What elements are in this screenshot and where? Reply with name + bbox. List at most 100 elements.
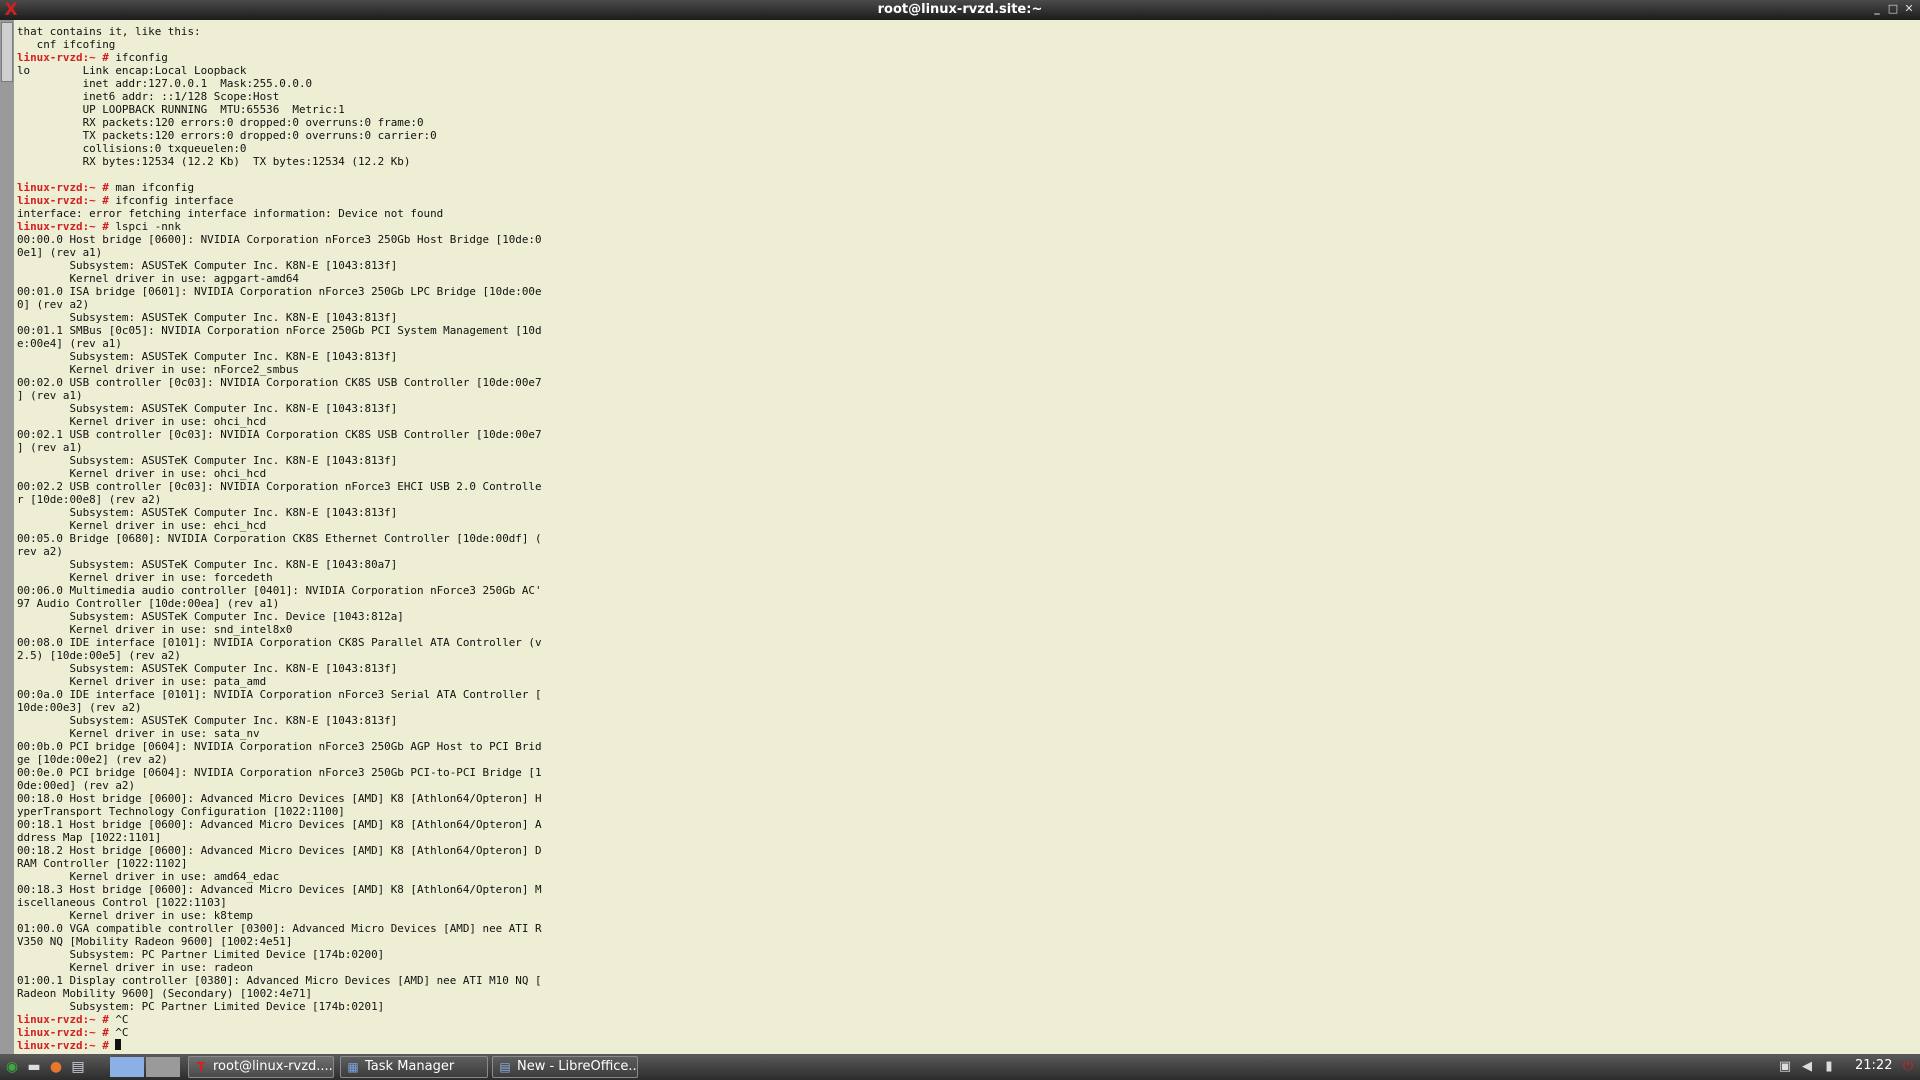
output-line: collisions:0 txqueuelen:0 [17, 142, 1907, 155]
close-icon[interactable]: ✕ [1902, 2, 1916, 16]
shell-prompt: linux-rvzd:~ # [17, 1039, 109, 1052]
volume-icon[interactable]: ◀ [1798, 1057, 1816, 1077]
output-text: Subsystem: ASUSTeK Computer Inc. K8N-E [… [17, 506, 398, 519]
output-text: Subsystem: ASUSTeK Computer Inc. K8N-E [… [17, 454, 398, 467]
output-text: Kernel driver in use: ohci_hcd [17, 415, 267, 428]
output-line: 00:02.0 USB controller [0c03]: NVIDIA Co… [17, 376, 1907, 389]
output-line: 01:00.0 VGA compatible controller [0300]… [17, 922, 1907, 935]
output-text: iscellaneous Control [1022:1103] [17, 896, 227, 909]
output-line: Kernel driver in use: ohci_hcd [17, 467, 1907, 480]
output-line: 0de:00ed] (rev a2) [17, 779, 1907, 792]
output-text: 0de:00ed] (rev a2) [17, 779, 136, 792]
prompt-line: linux-rvzd:~ # ^C [17, 1026, 1907, 1039]
output-line: Subsystem: ASUSTeK Computer Inc. K8N-E [… [17, 662, 1907, 675]
scrollbar-thumb[interactable] [1, 22, 13, 82]
output-line: Kernel driver in use: nForce2_smbus [17, 363, 1907, 376]
output-line: RAM Controller [1022:1102] [17, 857, 1907, 870]
taskbar-task-button[interactable]: ▦ Task Manager [340, 1056, 488, 1078]
firefox-icon[interactable]: ● [46, 1057, 66, 1077]
output-text: 0] (rev a2) [17, 298, 90, 311]
output-text: ] (rev a1) [17, 389, 83, 402]
output-text: 10de:00e3] (rev a2) [17, 701, 142, 714]
output-line: ge [10de:00e2] (rev a2) [17, 753, 1907, 766]
output-line: Kernel driver in use: amd64_edac [17, 870, 1907, 883]
output-line: lo Link encap:Local Loopback [17, 64, 1907, 77]
network-icon[interactable]: ▮ [1820, 1057, 1838, 1077]
output-line: Subsystem: ASUSTeK Computer Inc. K8N-E [… [17, 714, 1907, 727]
output-line: iscellaneous Control [1022:1103] [17, 896, 1907, 909]
taskbar-task-button[interactable]: Troot@linux-rvzd.... [188, 1056, 334, 1078]
output-line: 00:01.0 ISA bridge [0601]: NVIDIA Corpor… [17, 285, 1907, 298]
output-line: RX bytes:12534 (12.2 Kb) TX bytes:12534 … [17, 155, 1907, 168]
output-line: r [10de:00e8] (rev a2) [17, 493, 1907, 506]
output-text: 0e1] (rev a1) [17, 246, 103, 259]
task-label: Task Manager [365, 1059, 455, 1074]
clock[interactable]: 21:22 [1855, 1058, 1892, 1073]
output-text: RX bytes:12534 (12.2 Kb) TX bytes:12534 … [17, 155, 411, 168]
output-line: V350 NQ [Mobility Radeon 9600] [1002:4e5… [17, 935, 1907, 948]
output-line: e:00e4] (rev a1) [17, 337, 1907, 350]
output-text: 00:08.0 IDE interface [0101]: NVIDIA Cor… [17, 636, 542, 649]
taskbar-task-button[interactable]: ▤ New - LibreOffice... [492, 1056, 638, 1078]
output-line: RX packets:120 errors:0 dropped:0 overru… [17, 116, 1907, 129]
output-line: Kernel driver in use: snd_intel8x0 [17, 623, 1907, 636]
output-text: 00:18.2 Host bridge [0600]: Advanced Mic… [17, 844, 542, 857]
output-line: Subsystem: ASUSTeK Computer Inc. K8N-E [… [17, 402, 1907, 415]
output-line: Kernel driver in use: pata_amd [17, 675, 1907, 688]
output-line: Subsystem: ASUSTeK Computer Inc. K8N-E [… [17, 311, 1907, 324]
output-text: Subsystem: ASUSTeK Computer Inc. K8N-E [… [17, 402, 398, 415]
output-line: 00:0b.0 PCI bridge [0604]: NVIDIA Corpor… [17, 740, 1907, 753]
terminal-output[interactable]: that contains it, like this: cnf ifcofin… [17, 25, 1907, 1053]
output-line: that contains it, like this: [17, 25, 1907, 38]
output-text: Subsystem: ASUSTeK Computer Inc. K8N-E [… [17, 714, 398, 727]
output-line: Kernel driver in use: sata_nv [17, 727, 1907, 740]
output-text: 00:01.0 ISA bridge [0601]: NVIDIA Corpor… [17, 285, 542, 298]
window-titlebar[interactable]: X root@linux-rvzd.site:~ _ □ ✕ [0, 0, 1920, 20]
output-text: UP LOOPBACK RUNNING MTU:65536 Metric:1 [17, 103, 345, 116]
shell-prompt: linux-rvzd:~ # [17, 220, 109, 233]
output-text: Kernel driver in use: sata_nv [17, 727, 260, 740]
clipboard-icon[interactable]: ▣ [1776, 1057, 1794, 1077]
output-line: 00:01.1 SMBus [0c05]: NVIDIA Corporation… [17, 324, 1907, 337]
output-text: 97 Audio Controller [10de:00ea] (rev a1) [17, 597, 280, 610]
output-text: Kernel driver in use: forcedeth [17, 571, 273, 584]
output-line: 97 Audio Controller [10de:00ea] (rev a1) [17, 597, 1907, 610]
power-icon[interactable]: ⏻ [1898, 1057, 1918, 1077]
prompt-line: linux-rvzd:~ # ifconfig [17, 51, 1907, 64]
terminal-scrollbar[interactable] [0, 20, 14, 1054]
output-line: 0] (rev a2) [17, 298, 1907, 311]
output-text: Subsystem: ASUSTeK Computer Inc. K8N-E [… [17, 558, 398, 571]
output-text: interface: error fetching interface info… [17, 207, 444, 220]
output-line: 10de:00e3] (rev a2) [17, 701, 1907, 714]
output-line: inet6 addr: ::1/128 Scope:Host [17, 90, 1907, 103]
desktop-1[interactable] [110, 1057, 144, 1077]
output-text: ddress Map [1022:1101] [17, 831, 162, 844]
output-text: 01:00.0 VGA compatible controller [0300]… [17, 922, 542, 935]
output-line: 00:18.3 Host bridge [0600]: Advanced Mic… [17, 883, 1907, 896]
output-line: Kernel driver in use: k8temp [17, 909, 1907, 922]
output-text: inet6 addr: ::1/128 Scope:Host [17, 90, 280, 103]
output-text: ] (rev a1) [17, 441, 83, 454]
output-text: Kernel driver in use: ohci_hcd [17, 467, 267, 480]
terminal-icon: T [196, 1060, 206, 1074]
output-text: Subsystem: PC Partner Limited Device [17… [17, 948, 385, 961]
output-line: 00:18.2 Host bridge [0600]: Advanced Mic… [17, 844, 1907, 857]
output-text: that contains it, like this: [17, 25, 201, 38]
output-line: Subsystem: ASUSTeK Computer Inc. K8N-E [… [17, 350, 1907, 363]
output-line: rev a2) [17, 545, 1907, 558]
output-text: lo Link encap:Local Loopback [17, 64, 247, 77]
output-line: interface: error fetching interface info… [17, 207, 1907, 220]
start-menu-icon[interactable]: ◉ [2, 1057, 22, 1077]
terminal-launcher-icon[interactable]: ▬ [24, 1057, 44, 1077]
minimize-icon[interactable]: _ [1870, 2, 1884, 16]
file-manager-icon[interactable]: ▤ [68, 1057, 88, 1077]
shell-prompt: linux-rvzd:~ # [17, 194, 109, 207]
task-label: New - LibreOffice... [517, 1059, 638, 1074]
output-text: 00:18.1 Host bridge [0600]: Advanced Mic… [17, 818, 542, 831]
output-line: Subsystem: ASUSTeK Computer Inc. K8N-E [… [17, 454, 1907, 467]
desktop-2[interactable] [146, 1057, 180, 1077]
output-text: Radeon Mobility 9600] (Secondary) [1002:… [17, 987, 313, 1000]
maximize-icon[interactable]: □ [1886, 2, 1900, 16]
shell-prompt: linux-rvzd:~ # [17, 51, 109, 64]
